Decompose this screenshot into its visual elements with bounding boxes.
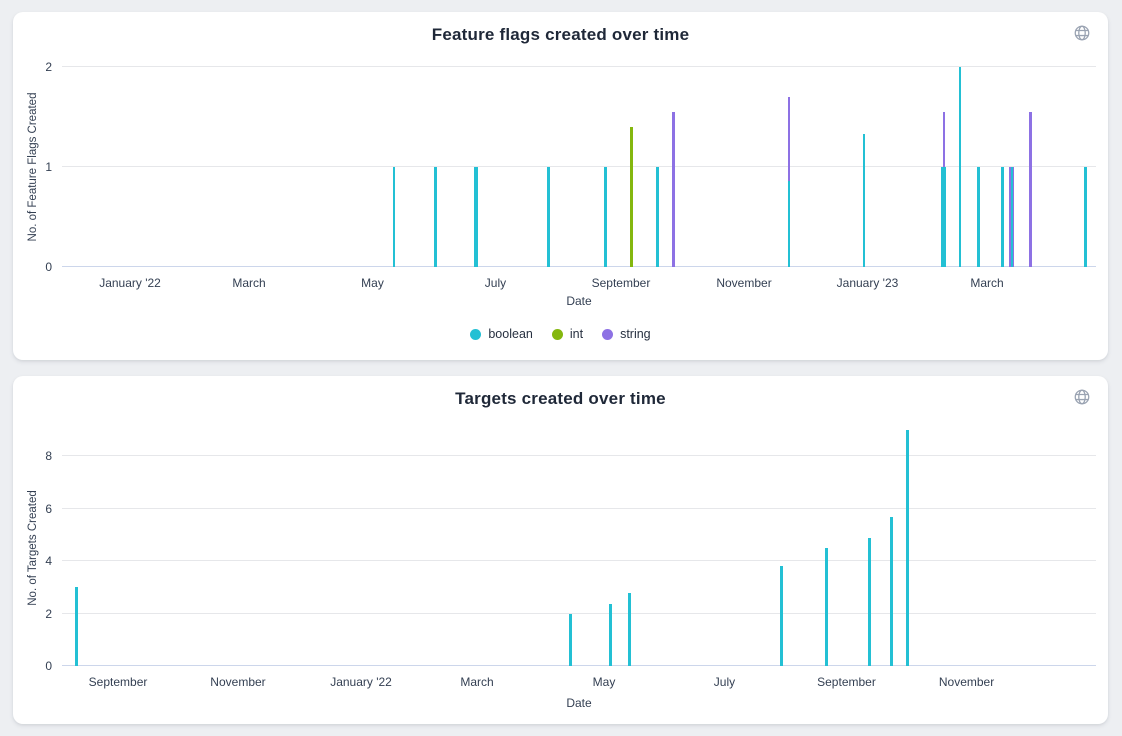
gridline	[62, 455, 1096, 456]
x-tick-label: July	[714, 675, 735, 689]
bar-string[interactable]	[672, 112, 675, 267]
legend-dot	[602, 329, 613, 340]
y-tick-label: 0	[18, 261, 52, 273]
bar-targets[interactable]	[906, 430, 909, 666]
y-tick-label: 2	[18, 608, 52, 620]
x-tick-label: March	[232, 276, 265, 290]
x-tick-label: January '22	[330, 675, 392, 689]
legend-item-string[interactable]: string	[602, 327, 651, 341]
bar-boolean[interactable]	[788, 181, 791, 267]
x-tick-label: March	[460, 675, 493, 689]
gridline	[62, 560, 1096, 561]
bar-boolean[interactable]	[1084, 167, 1087, 267]
x-tick-label: January '23	[837, 276, 899, 290]
bar-boolean[interactable]	[434, 167, 437, 267]
legend-item-int[interactable]: int	[552, 327, 583, 341]
bar-string[interactable]	[943, 112, 946, 167]
x-tick-label: May	[593, 675, 616, 689]
y-tick-label: 2	[18, 61, 52, 73]
x-tick-label: September	[817, 675, 876, 689]
gridline	[62, 613, 1096, 614]
feature-flags-chart-card: Feature flags created over time No. of F…	[13, 12, 1108, 360]
bar-targets[interactable]	[868, 538, 871, 666]
x-axis-title: Date	[62, 696, 1096, 710]
bar-int[interactable]	[630, 127, 633, 267]
chart-title: Targets created over time	[13, 389, 1108, 409]
bar-boolean[interactable]	[959, 67, 962, 267]
y-tick-label: 0	[18, 660, 52, 672]
bar-targets[interactable]	[780, 566, 783, 666]
x-tick-label: November	[210, 675, 265, 689]
chart-title: Feature flags created over time	[13, 25, 1108, 45]
legend-label: boolean	[488, 327, 533, 341]
legend-dot	[552, 329, 563, 340]
y-tick-label: 1	[18, 161, 52, 173]
plot-area: 012January '22MarchMayJulySeptemberNovem…	[62, 67, 1096, 267]
targets-chart-card: Targets created over time No. of Targets…	[13, 376, 1108, 724]
dashboard-page: { "page_background": "#edeff2", "cards":…	[0, 0, 1122, 736]
bar-boolean[interactable]	[474, 167, 478, 267]
y-tick-label: 8	[18, 450, 52, 462]
y-tick-label: 4	[18, 555, 52, 567]
y-tick-label: 6	[18, 503, 52, 515]
x-tick-label: September	[89, 675, 148, 689]
legend-item-boolean[interactable]: boolean	[470, 327, 533, 341]
bar-boolean[interactable]	[1001, 167, 1004, 267]
gridline	[62, 66, 1096, 67]
x-tick-label: May	[361, 276, 384, 290]
bar-targets[interactable]	[825, 548, 828, 666]
globe-icon[interactable]	[1073, 388, 1091, 406]
globe-icon[interactable]	[1073, 24, 1091, 42]
bar-boolean[interactable]	[863, 134, 866, 267]
legend-dot	[470, 329, 481, 340]
bar-string[interactable]	[1029, 112, 1032, 267]
x-tick-label: January '22	[99, 276, 161, 290]
bar-boolean[interactable]	[977, 167, 980, 267]
legend-label: int	[570, 327, 583, 341]
plot-area: 02468SeptemberNovemberJanuary '22MarchMa…	[62, 430, 1096, 666]
bar-boolean[interactable]	[656, 167, 659, 267]
gridline	[62, 508, 1096, 509]
bar-targets[interactable]	[890, 517, 893, 666]
x-axis-line	[62, 665, 1096, 666]
x-tick-label: March	[970, 276, 1003, 290]
bar-targets[interactable]	[75, 587, 78, 666]
bar-boolean[interactable]	[941, 167, 946, 267]
x-tick-label: July	[485, 276, 506, 290]
bar-targets[interactable]	[628, 593, 631, 666]
bar-boolean[interactable]	[604, 167, 607, 267]
x-axis-title: Date	[62, 294, 1096, 308]
x-tick-label: September	[592, 276, 651, 290]
bar-boolean[interactable]	[393, 167, 396, 267]
bar-targets[interactable]	[609, 604, 612, 666]
x-tick-label: November	[939, 675, 994, 689]
legend-label: string	[620, 327, 651, 341]
legend: boolean int string	[13, 327, 1108, 341]
x-tick-label: November	[716, 276, 771, 290]
bar-string[interactable]	[788, 97, 791, 181]
bar-targets[interactable]	[569, 614, 572, 666]
bar-boolean[interactable]	[547, 167, 550, 267]
bar-boolean[interactable]	[1011, 167, 1013, 267]
